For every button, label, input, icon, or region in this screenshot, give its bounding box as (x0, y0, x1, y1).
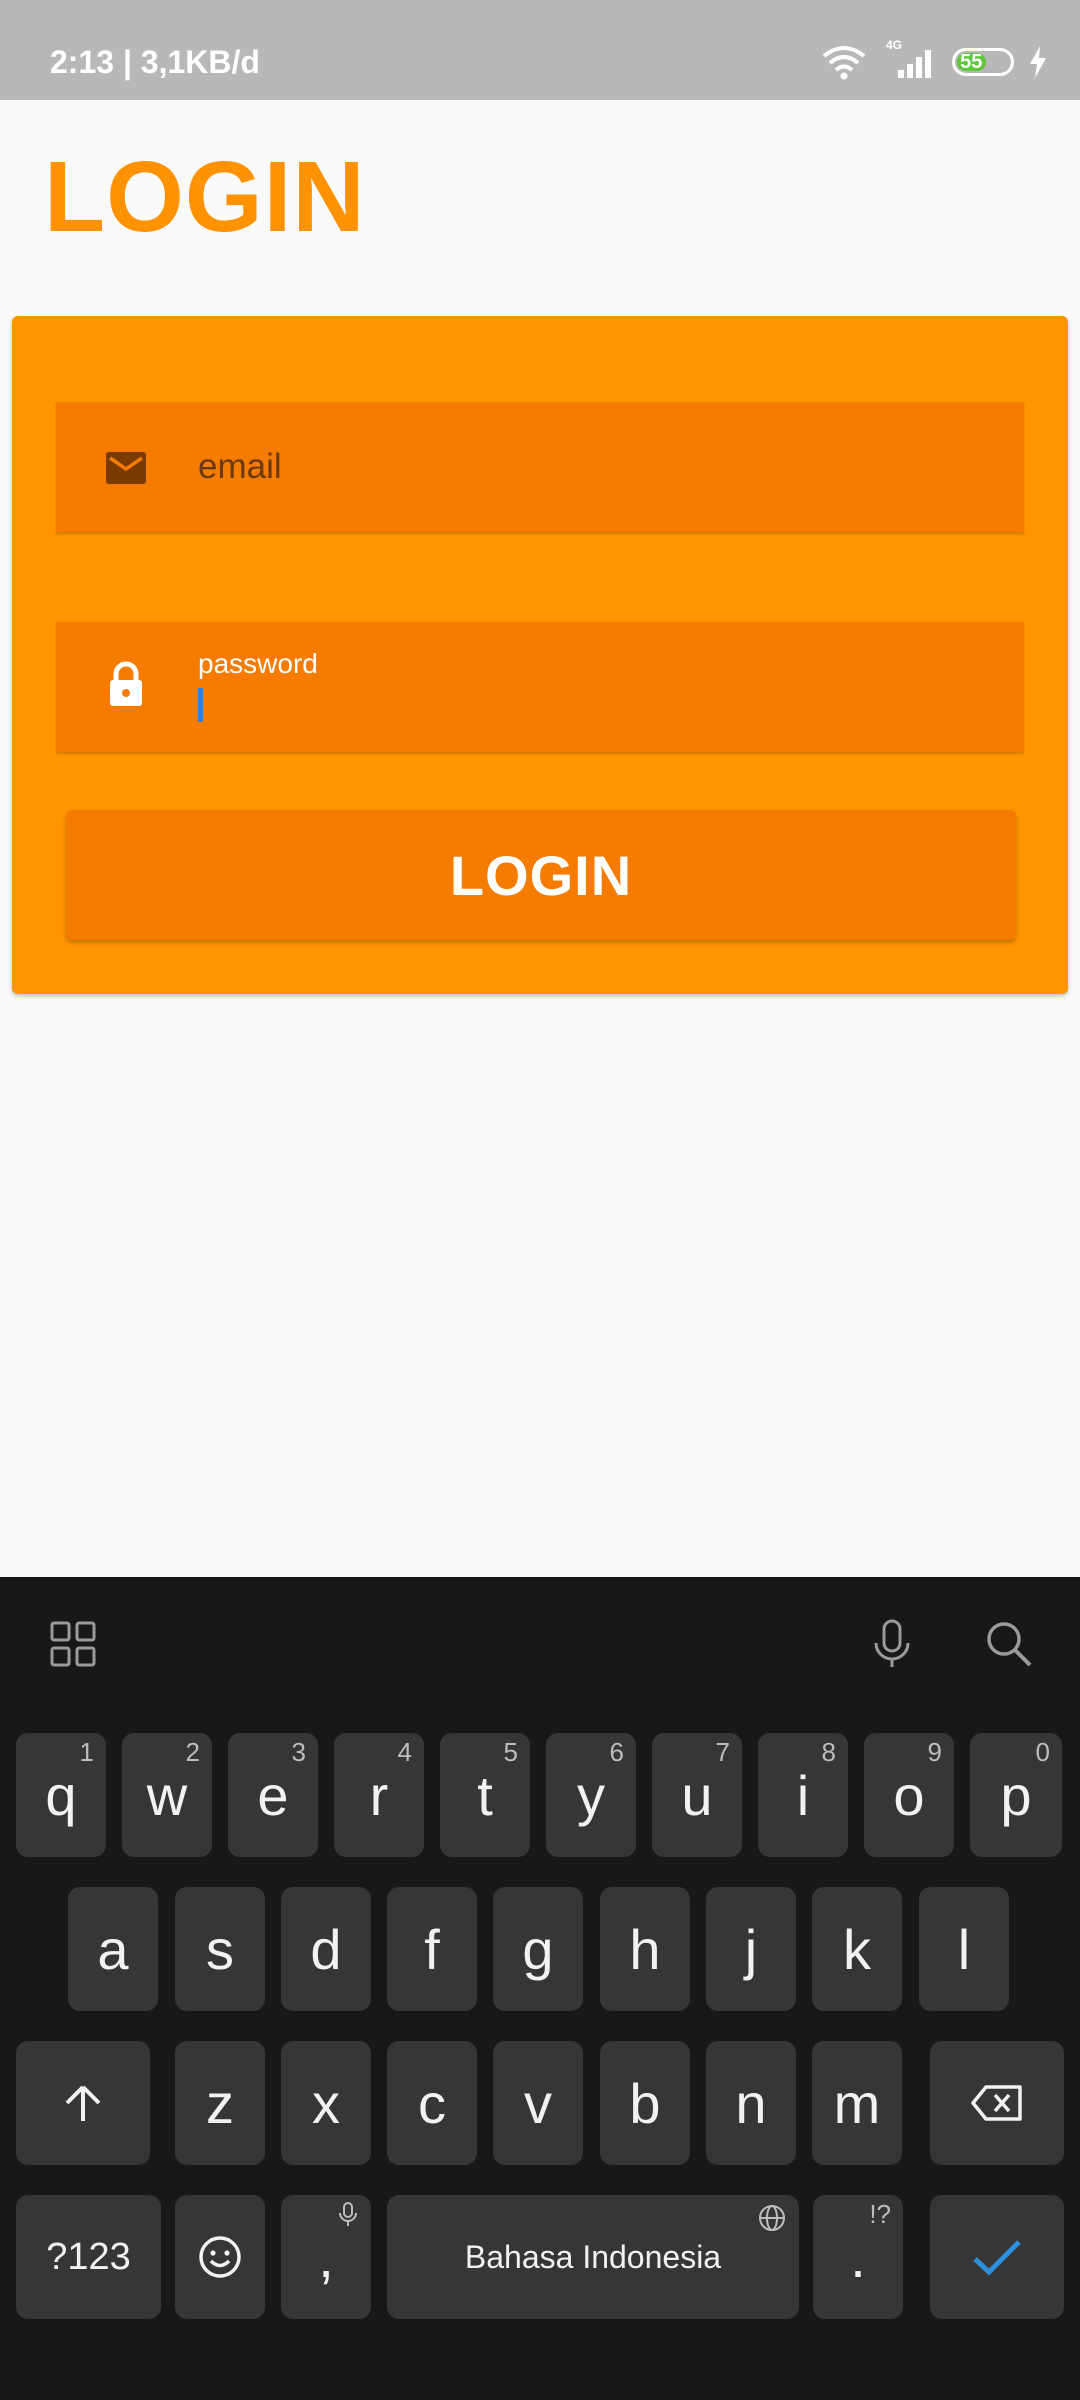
globe-icon (759, 2205, 785, 2231)
key-r[interactable]: r4 (334, 1733, 424, 1857)
key-label: y (577, 1763, 605, 1827)
key-hint: !? (869, 2199, 891, 2229)
backspace-key[interactable] (930, 2041, 1064, 2165)
charging-icon (1030, 46, 1046, 78)
keyboard-toolbar (0, 1577, 1080, 1709)
key-label: u (681, 1763, 713, 1827)
key-hint: 2 (185, 1737, 200, 1767)
symbols-key[interactable]: ?123 (16, 2195, 161, 2319)
key-hint: 8 (821, 1737, 836, 1767)
key-d[interactable]: d (281, 1887, 371, 2011)
battery-icon: 55 (952, 48, 1014, 76)
period-key[interactable]: . !? (813, 2195, 903, 2319)
status-icons: 4G 55 (820, 38, 1048, 82)
space-key[interactable]: Bahasa Indonesia (387, 2195, 799, 2319)
key-s[interactable]: s (175, 1887, 265, 2011)
key-label: p (1000, 1763, 1032, 1827)
mail-icon (106, 452, 146, 484)
backspace-icon (971, 2085, 1022, 2121)
key-hint: 5 (503, 1737, 518, 1767)
emoji-icon (199, 2236, 241, 2278)
comma-key[interactable]: , (281, 2195, 371, 2319)
network-type: 4G (886, 38, 903, 52)
key-label: , (318, 2225, 334, 2289)
key-hint: 0 (1035, 1737, 1050, 1767)
key-e[interactable]: e3 (228, 1733, 318, 1857)
key-p[interactable]: p0 (970, 1733, 1062, 1857)
soft-keyboard: q1 w2 e3 r4 t5 y6 u7 i8 o9 p0 a s d f g … (0, 1577, 1080, 2400)
key-c[interactable]: c (387, 2041, 477, 2165)
wifi-icon (822, 46, 866, 80)
key-h[interactable]: h (600, 1887, 690, 2011)
key-hint: 9 (927, 1737, 942, 1767)
login-card: password LOGIN (12, 316, 1068, 994)
key-hint: 3 (291, 1737, 306, 1767)
key-j[interactable]: j (706, 1887, 796, 2011)
key-hint: 6 (609, 1737, 624, 1767)
key-label: . (850, 2225, 866, 2289)
key-n[interactable]: n (706, 2041, 796, 2165)
key-z[interactable]: z (175, 2041, 265, 2165)
key-y[interactable]: y6 (546, 1733, 636, 1857)
lock-icon (110, 661, 142, 706)
key-o[interactable]: o9 (864, 1733, 954, 1857)
emoji-key[interactable] (175, 2195, 265, 2319)
email-field[interactable] (56, 402, 1024, 532)
microphone-hint-icon (339, 2202, 357, 2226)
key-b[interactable]: b (600, 2041, 690, 2165)
key-label: o (893, 1763, 925, 1827)
key-x[interactable]: x (281, 2041, 371, 2165)
email-input[interactable] (198, 444, 978, 490)
key-m[interactable]: m (812, 2041, 902, 2165)
key-l[interactable]: l (919, 1887, 1009, 2011)
text-cursor (198, 688, 203, 722)
key-hint: 1 (79, 1737, 94, 1767)
apps-grid-icon[interactable] (46, 1617, 100, 1671)
key-w[interactable]: w2 (122, 1733, 212, 1857)
shift-key[interactable] (16, 2041, 150, 2165)
key-a[interactable]: a (68, 1887, 158, 2011)
password-field[interactable]: password (56, 622, 1024, 752)
microphone-icon[interactable] (865, 1617, 919, 1671)
key-label: w (146, 1763, 188, 1827)
signal-icon: 4G (882, 38, 938, 80)
key-hint: 4 (397, 1737, 412, 1767)
key-q[interactable]: q1 (16, 1733, 106, 1857)
key-label: r (369, 1763, 389, 1827)
key-f[interactable]: f (387, 1887, 477, 2011)
key-hint: 7 (715, 1737, 730, 1767)
key-k[interactable]: k (812, 1887, 902, 2011)
search-icon[interactable] (982, 1617, 1036, 1671)
status-bar: 2:13 | 3,1KB/d 4G 55 (0, 0, 1080, 100)
page-title: LOGIN (44, 141, 366, 253)
enter-key[interactable] (930, 2195, 1064, 2319)
password-label: password (198, 648, 318, 679)
login-button[interactable]: LOGIN (66, 810, 1016, 940)
key-g[interactable]: g (493, 1887, 583, 2011)
space-language-label: Bahasa Indonesia (464, 2238, 722, 2275)
check-icon (973, 2240, 1021, 2276)
battery-level: 55 (957, 51, 986, 73)
key-label: q (45, 1763, 77, 1827)
key-label: e (257, 1763, 289, 1827)
shift-arrow-icon (65, 2085, 101, 2121)
status-time: 2:13 | 3,1KB/d (50, 44, 260, 80)
key-label: t (477, 1763, 493, 1827)
key-t[interactable]: t5 (440, 1733, 530, 1857)
key-u[interactable]: u7 (652, 1733, 742, 1857)
key-i[interactable]: i8 (758, 1733, 848, 1857)
key-label: i (796, 1763, 810, 1827)
key-v[interactable]: v (493, 2041, 583, 2165)
